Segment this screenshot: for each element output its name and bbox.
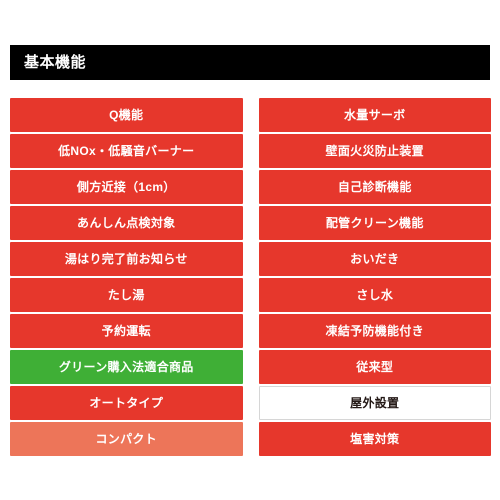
- feature-item: さし水: [258, 278, 491, 312]
- feature-item: オートタイプ: [10, 386, 243, 420]
- page-title: 基本機能: [24, 54, 87, 71]
- feature-item: コンパクト: [10, 422, 243, 456]
- feature-item: 屋外設置: [258, 386, 491, 420]
- feature-item: 壁面火災防止装置: [258, 134, 491, 168]
- feature-item: 自己診断機能: [258, 170, 491, 204]
- feature-item: グリーン購入法適合商品: [10, 350, 243, 384]
- feature-column-right: 水量サーボ 壁面火災防止装置 自己診断機能 配管クリーン機能 おいだき さし水 凍結予防機能…: [258, 98, 491, 456]
- feature-item: 湯はり完了前お知らせ: [10, 242, 243, 276]
- feature-item: 低NOx・低騒音バーナー: [10, 134, 243, 168]
- feature-item: 配管クリーン機能: [258, 206, 491, 240]
- feature-item: たし湯: [10, 278, 243, 312]
- feature-item: 従来型: [258, 350, 491, 384]
- feature-item: あんしん点検対象: [10, 206, 243, 240]
- feature-item: 凍結予防機能付き: [258, 314, 491, 348]
- feature-list-page: 基本機能 Q機能 低NOx・低騒音バーナー 側方近接（1cm） あんしん点検対象 湯はり…: [0, 0, 500, 500]
- feature-item: 予約運転: [10, 314, 243, 348]
- feature-columns: Q機能 低NOx・低騒音バーナー 側方近接（1cm） あんしん点検対象 湯はり完了前お知…: [10, 98, 491, 456]
- feature-item: おいだき: [258, 242, 491, 276]
- feature-item: 水量サーボ: [258, 98, 491, 132]
- section-header: 基本機能: [10, 45, 490, 80]
- feature-item: 側方近接（1cm）: [10, 170, 243, 204]
- feature-item: Q機能: [10, 98, 243, 132]
- feature-item: 塩害対策: [258, 422, 491, 456]
- feature-column-left: Q機能 低NOx・低騒音バーナー 側方近接（1cm） あんしん点検対象 湯はり完了前お知…: [10, 98, 243, 456]
